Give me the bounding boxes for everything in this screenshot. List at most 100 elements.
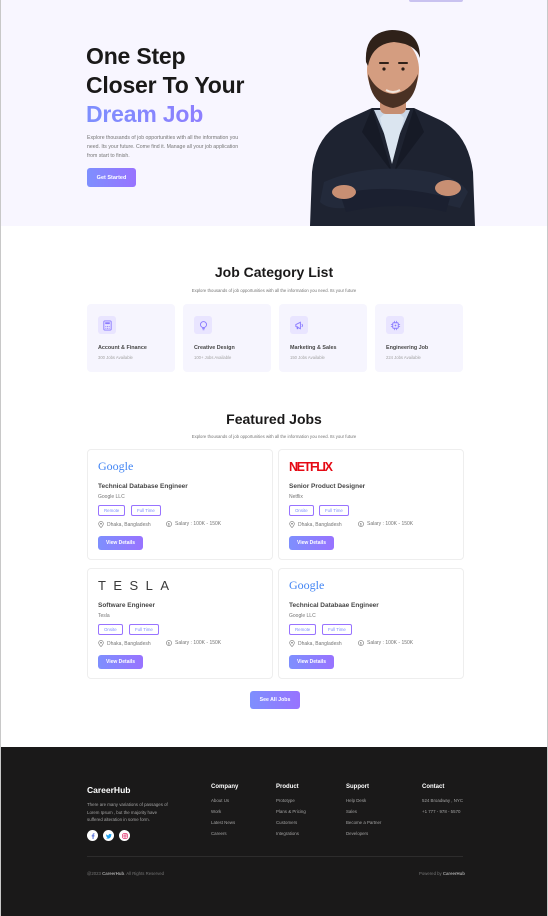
job-title: Software Engineer xyxy=(98,602,156,609)
job-tag-remote: Remote xyxy=(98,505,126,516)
view-details-button[interactable]: View Details xyxy=(289,536,334,550)
job-salary: $ Salary : 100K - 150K xyxy=(358,521,413,527)
job-tag-fulltime: Full Time xyxy=(131,505,161,516)
job-salary-text: Salary : 100K - 150K xyxy=(367,640,414,646)
footer-divider xyxy=(87,856,463,857)
category-card-engineering[interactable]: Engineering Job 224 Jobs Available xyxy=(375,304,463,372)
category-card-creative-design[interactable]: Creative Design 100+ Jobs Available xyxy=(183,304,271,372)
job-location-text: Dhaka, Bangladesh xyxy=(298,521,342,528)
footer-address: 524 Broadway , NYC xyxy=(422,798,463,803)
job-company: Netflix xyxy=(289,494,303,500)
footer-link[interactable]: Customers xyxy=(276,820,297,825)
hero-description: Explore thousands of job opportunities w… xyxy=(87,135,239,159)
view-details-button[interactable]: View Details xyxy=(98,655,143,669)
category-name: Engineering Job xyxy=(386,345,429,351)
svg-text:$: $ xyxy=(360,641,363,646)
location-pin-icon xyxy=(98,521,104,528)
see-all-jobs-button[interactable]: See All Jobs xyxy=(250,691,300,709)
tesla-logo: TESLA xyxy=(98,578,174,593)
footer-link[interactable]: Work xyxy=(211,809,221,814)
footer-link[interactable]: Latest News xyxy=(211,820,235,825)
get-started-button[interactable]: Get Started xyxy=(87,168,136,187)
twitter-icon[interactable] xyxy=(103,830,114,841)
job-company: Google LLC xyxy=(98,494,125,500)
job-location: Dhaka, Bangladesh xyxy=(98,521,151,528)
job-salary: $ Salary : 100K - 150K xyxy=(166,640,221,646)
location-pin-icon xyxy=(98,640,104,647)
job-card: Google Technical Databaae Engineer Googl… xyxy=(278,568,464,679)
svg-text:$: $ xyxy=(360,522,363,527)
lightbulb-icon xyxy=(194,316,212,334)
footer-link[interactable]: Prototype xyxy=(276,798,295,803)
job-card: NETFLIX Senior Product Designer Netflix … xyxy=(278,449,464,560)
footer-link[interactable]: Plans & Pricing xyxy=(276,809,306,814)
footer-link[interactable]: Become a Partner xyxy=(346,820,381,825)
footer-link[interactable]: Sales xyxy=(346,809,357,814)
job-salary-text: Salary : 100K - 150K xyxy=(367,521,414,527)
category-name: Creative Design xyxy=(194,345,235,351)
job-salary: $ Salary : 100K - 150K xyxy=(358,640,413,646)
job-salary: $ Salary : 100K - 150K xyxy=(166,521,221,527)
footer-phone: +1 777 - 978 - 5570 xyxy=(422,809,461,814)
job-salary-text: Salary : 100K - 150K xyxy=(175,640,222,646)
copyright-suffix: . All Rights Reserved xyxy=(124,871,164,876)
svg-text:Google: Google xyxy=(289,578,324,592)
job-salary-text: Salary : 100K - 150K xyxy=(175,521,222,527)
footer-col-company-title: Company xyxy=(211,784,239,790)
credit-brand: CareerHub xyxy=(442,871,465,876)
google-logo: Google xyxy=(289,578,324,592)
footer-link[interactable]: About Us xyxy=(211,798,229,803)
view-details-button[interactable]: View Details xyxy=(98,536,143,550)
hero-person-image xyxy=(310,30,475,226)
category-card-marketing-sales[interactable]: Marketing & Sales 150 Jobs Available xyxy=(279,304,367,372)
footer-link[interactable]: Integrations xyxy=(276,831,299,836)
job-location-text: Dhaka, Bangladesh xyxy=(298,640,342,647)
job-company: Google LLC xyxy=(289,613,316,619)
footer-link[interactable]: Developers xyxy=(346,831,368,836)
footer-credit: Powered by CareerHub xyxy=(419,871,465,876)
job-title: Senior Product Designer xyxy=(289,483,366,490)
hero-section: One Step Closer To Your Dream Job Explor… xyxy=(1,0,547,226)
job-location: Dhaka, Bangladesh xyxy=(98,640,151,647)
category-count: 300 Jobs Available xyxy=(98,355,133,360)
svg-text:$: $ xyxy=(168,522,171,527)
job-tag-onsite: Onsite xyxy=(98,624,123,635)
footer-col-support-title: Support xyxy=(346,784,369,790)
featured-section-subtitle: Explore thousands of job opportunities w… xyxy=(191,434,357,439)
job-tag-fulltime: Full Time xyxy=(129,624,159,635)
job-location-text: Dhaka, Bangladesh xyxy=(107,640,151,647)
instagram-icon[interactable] xyxy=(119,830,130,841)
svg-text:NETFLIX: NETFLIX xyxy=(289,460,334,474)
job-tag-fulltime: Full Time xyxy=(319,505,349,516)
job-location: Dhaka, Bangladesh xyxy=(289,521,342,528)
category-card-account-finance[interactable]: Account & Finance 300 Jobs Available xyxy=(87,304,175,372)
footer-description: There are many variations of passages of… xyxy=(87,802,168,822)
svg-text:$: $ xyxy=(168,641,171,646)
job-card: TESLA Software Engineer Tesla Onsite Ful… xyxy=(87,568,273,679)
category-section-subtitle: Explore thousands of job opportunities w… xyxy=(191,288,357,293)
hero-title: One Step Closer To Your Dream Job xyxy=(86,42,286,129)
dollar-icon: $ xyxy=(358,521,364,527)
svg-text:TESLA: TESLA xyxy=(98,578,174,593)
dollar-icon: $ xyxy=(166,640,172,646)
footer-copyright: @2023 CareerHub. All Rights Reserved xyxy=(87,871,164,876)
google-logo: Google xyxy=(98,459,133,473)
job-tag-fulltime: Full Time xyxy=(322,624,352,635)
facebook-icon[interactable] xyxy=(87,830,98,841)
copyright-year: @2023 xyxy=(87,871,101,876)
location-pin-icon xyxy=(289,521,295,528)
job-tag-remote: Remote xyxy=(289,624,317,635)
category-count: 224 Jobs Available xyxy=(386,355,421,360)
hero-title-accent: Dream Job xyxy=(86,100,286,129)
job-company: Tesla xyxy=(98,613,110,619)
category-name: Marketing & Sales xyxy=(290,345,337,351)
footer-link[interactable]: Help Desk xyxy=(346,798,366,803)
footer-link[interactable]: Careers xyxy=(211,831,227,836)
category-count: 150 Jobs Available xyxy=(290,355,325,360)
nav-button-stub[interactable] xyxy=(409,0,463,2)
hero-title-line-1: One Step xyxy=(86,43,186,69)
view-details-button[interactable]: View Details xyxy=(289,655,334,669)
chip-icon xyxy=(386,316,404,334)
svg-text:Google: Google xyxy=(98,459,133,473)
footer-col-contact-title: Contact xyxy=(422,784,445,790)
